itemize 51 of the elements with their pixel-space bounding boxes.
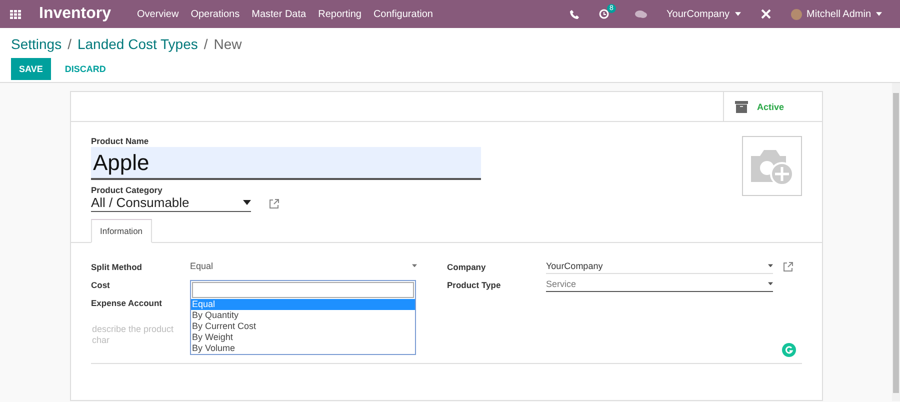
field-label: Product Name (91, 136, 150, 146)
breadcrumb-separator: / (204, 36, 208, 52)
app-title: Inventory (39, 5, 112, 23)
scrollbar[interactable] (892, 83, 900, 401)
grammarly-icon[interactable] (782, 343, 796, 357)
product-category-field[interactable]: All / Consumable (91, 195, 251, 212)
dropdown-option[interactable]: By Current Cost (191, 321, 415, 332)
caret-icon (876, 12, 882, 16)
dropdown-option[interactable]: By Volume (191, 343, 415, 354)
menu-item[interactable]: Reporting (318, 8, 362, 20)
tab[interactable]: Information (91, 219, 152, 243)
tools-icon[interactable] (760, 9, 771, 19)
field-label: Expense Account (91, 298, 164, 308)
dropdown-option[interactable]: Equal (191, 299, 415, 310)
menu-item[interactable]: Overview (137, 8, 179, 20)
menu-item[interactable]: Configuration (373, 8, 433, 20)
split-method-field[interactable]: Equal (190, 260, 417, 274)
clock-icon[interactable] (598, 9, 609, 19)
apps-menu-icon[interactable] (10, 10, 21, 18)
menu-item[interactable]: Operations (190, 8, 240, 20)
field-label: Split Method (91, 262, 143, 272)
chat-icon[interactable] (634, 10, 647, 18)
phone-icon[interactable] (570, 10, 579, 18)
caret-icon (734, 12, 741, 16)
company-switcher[interactable]: YourCompany (666, 8, 741, 20)
breadcrumb[interactable]: Landed Cost Types (77, 36, 198, 52)
breadcrumb: New (214, 36, 242, 52)
external-link-icon[interactable] (783, 262, 793, 272)
breadcrumb[interactable]: Settings (11, 36, 62, 52)
field-label: Company (447, 262, 487, 272)
discard-button[interactable]: DISCARD (58, 58, 112, 80)
external-link-icon[interactable] (269, 198, 279, 208)
user-menu[interactable]: Mitchell Admin (790, 8, 882, 20)
caret-icon (412, 264, 417, 268)
caret-icon (243, 200, 251, 205)
field-label: Product Type (447, 280, 502, 290)
archive-icon (734, 100, 748, 112)
save-button[interactable]: SAVE (11, 58, 51, 80)
avatar-icon (790, 8, 802, 20)
caret-icon (768, 264, 773, 268)
breadcrumb-separator: / (68, 36, 72, 52)
menu-item[interactable]: Master Data (252, 8, 306, 20)
dropdown-option[interactable]: By Weight (191, 332, 415, 343)
field-label: Product Category (91, 185, 164, 195)
field-label: Cost (91, 280, 111, 290)
select-field[interactable]: YourCompany (546, 260, 773, 274)
caret-icon (768, 282, 773, 286)
search-field[interactable] (192, 282, 414, 298)
select-field[interactable]: Service (546, 278, 773, 292)
product-name-field[interactable]: Apple (91, 147, 481, 180)
dropdown-option[interactable]: By Quantity (191, 310, 415, 321)
